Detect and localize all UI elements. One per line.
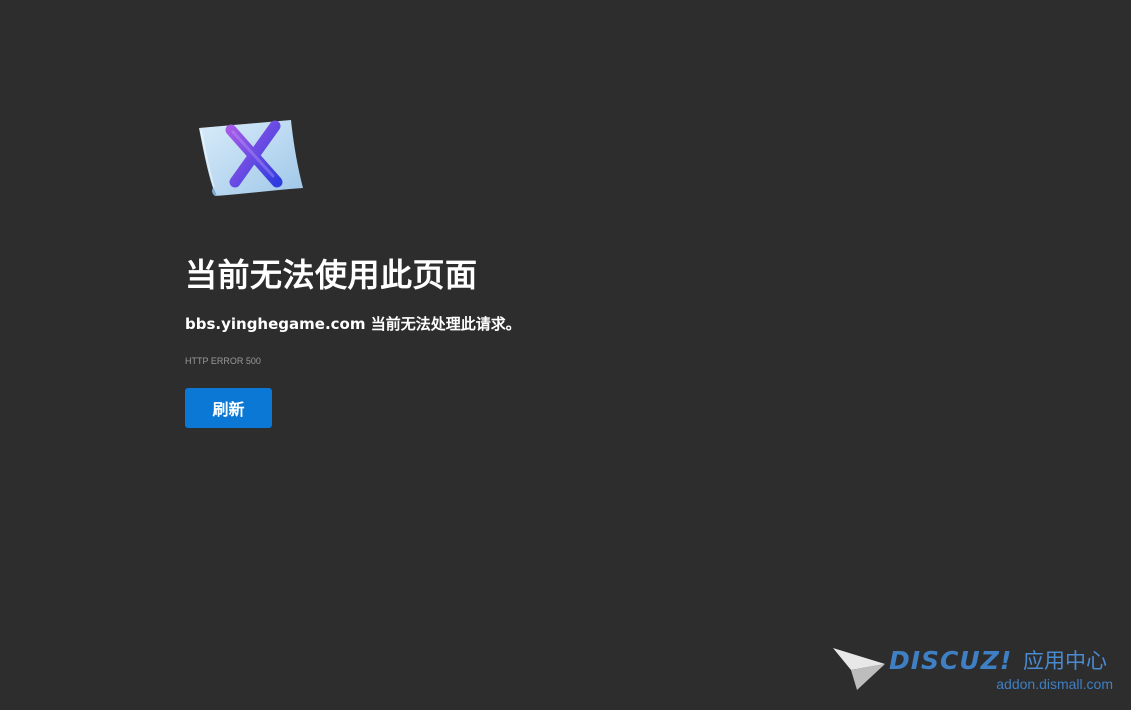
page-title: 当前无法使用此页面 <box>185 256 478 294</box>
error-code: HTTP ERROR 500 <box>185 356 261 366</box>
error-document-x-icon <box>199 120 303 196</box>
paper-plane-icon <box>833 648 885 690</box>
watermark-suffix: 应用中心 <box>1023 649 1107 673</box>
reload-button[interactable]: 刷新 <box>185 388 272 428</box>
watermark: DISCUZ! 应用中心 addon.dismall.com <box>831 646 1113 694</box>
error-message: bbs.yinghegame.com 当前无法处理此请求。 <box>185 315 521 333</box>
watermark-logo: DISCUZ! <box>889 646 1013 675</box>
watermark-url: addon.dismall.com <box>996 676 1113 692</box>
error-page: 当前无法使用此页面 bbs.yinghegame.com 当前无法处理此请求。 … <box>0 0 1131 710</box>
